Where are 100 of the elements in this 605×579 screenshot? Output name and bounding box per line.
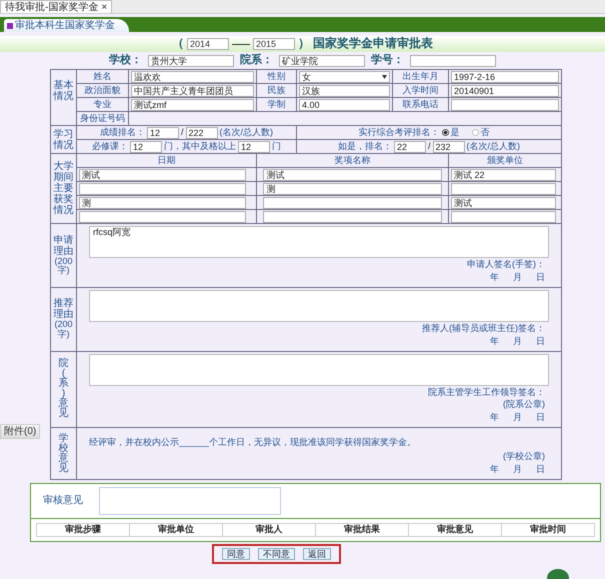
section-heading: 基本情况 bbox=[54, 80, 74, 102]
field-label: 性别 bbox=[266, 72, 286, 82]
statement-text: 经评审，并在校内公示______个工作日，无异议，现批准该同学获得国家奖学金。 bbox=[89, 438, 418, 448]
input-field[interactable]: 测 bbox=[79, 196, 246, 208]
dropdown-arrow-icon bbox=[382, 74, 387, 78]
input-field[interactable] bbox=[451, 182, 556, 194]
input-field[interactable] bbox=[263, 196, 442, 208]
date-label: 月 bbox=[513, 465, 522, 475]
field-label: 入学时间 bbox=[402, 86, 440, 96]
date-label: 月 bbox=[513, 336, 522, 347]
field-label: 学制 bbox=[266, 100, 286, 110]
field-label: 审核意见 bbox=[43, 495, 84, 506]
input-field[interactable]: 232 bbox=[432, 140, 464, 152]
input-field[interactable]: 测试zmf bbox=[131, 98, 254, 110]
input-field[interactable]: 温欢欢 bbox=[131, 70, 254, 82]
field-label: 联系电话 bbox=[402, 100, 440, 110]
action-button[interactable]: 同意 bbox=[222, 548, 250, 560]
input-field[interactable]: 汉族 bbox=[299, 84, 390, 96]
input-field[interactable] bbox=[79, 182, 246, 194]
input-field[interactable] bbox=[451, 210, 556, 222]
unit-text: 门 bbox=[272, 142, 281, 152]
field-label: 学号： bbox=[371, 54, 404, 67]
field-label: 成绩排名： bbox=[100, 128, 145, 138]
option-label: 是 bbox=[450, 128, 460, 138]
input-field[interactable]: 中国共产主义青年团团员 bbox=[131, 84, 254, 96]
input-field[interactable]: 测 bbox=[263, 182, 442, 194]
field-label: 出生年月 bbox=[402, 72, 440, 82]
input-field[interactable]: 测试 bbox=[263, 168, 442, 180]
field-label: 院系： bbox=[240, 54, 273, 67]
input-field[interactable]: 女 bbox=[299, 70, 390, 82]
separator-text: / bbox=[180, 128, 184, 138]
option-label: 否 bbox=[480, 128, 490, 138]
signature-label: 院系主管学生工作领导签名： bbox=[428, 388, 545, 398]
column-header: 审批步骤 bbox=[36, 523, 130, 536]
column-header: 奖项名称 bbox=[334, 156, 372, 166]
form-title: 国家奖学金申请审批表 bbox=[313, 37, 433, 51]
field-label: 专业 bbox=[92, 100, 112, 110]
column-header: 颁奖单位 bbox=[486, 156, 524, 166]
seal-label: (学校公章) bbox=[503, 452, 545, 462]
text-area[interactable]: rfcsq阿宽 bbox=[89, 226, 549, 258]
paren-text: ） bbox=[298, 37, 310, 51]
field-label: 政治面貌 bbox=[84, 86, 122, 96]
input-field[interactable]: 22 bbox=[394, 140, 426, 152]
input-field[interactable] bbox=[79, 210, 246, 222]
radio-button[interactable] bbox=[472, 128, 478, 136]
text-area[interactable] bbox=[89, 354, 549, 386]
seal-label: (院系公章) bbox=[503, 400, 545, 410]
field-label: 必修课： bbox=[92, 142, 128, 152]
section-heading: 学习情况 bbox=[54, 128, 74, 150]
section-heading: 院(系)意见 bbox=[58, 359, 68, 420]
input-field[interactable]: 测试 bbox=[79, 168, 246, 180]
input-field[interactable] bbox=[410, 54, 496, 66]
input-field[interactable]: 2014 bbox=[187, 38, 229, 50]
date-label: 月 bbox=[513, 413, 522, 424]
section-heading: 推荐理由 bbox=[54, 298, 74, 320]
input-field[interactable] bbox=[451, 98, 559, 110]
column-header: 审批结果 bbox=[316, 523, 408, 536]
close-icon[interactable]: × bbox=[101, 2, 108, 12]
action-button[interactable]: 不同意 bbox=[258, 548, 295, 560]
word-limit: (200字) bbox=[53, 256, 74, 276]
input-field[interactable]: 222 bbox=[186, 126, 218, 138]
section-heading: 大学期间主要获奖情况 bbox=[54, 161, 74, 216]
field-label: 民族 bbox=[266, 86, 286, 96]
input-field[interactable]: 测试 22 bbox=[451, 168, 556, 180]
date-label: 日 bbox=[536, 465, 545, 475]
input-field[interactable]: 12 bbox=[238, 140, 270, 152]
text-area[interactable] bbox=[99, 486, 281, 515]
input-field[interactable]: 4.00 bbox=[299, 98, 390, 110]
date-label: 年 bbox=[490, 336, 499, 347]
column-header: 审批单位 bbox=[130, 523, 222, 536]
input-field[interactable]: 12 bbox=[130, 140, 162, 152]
page-tab[interactable]: 审批本科生国家奖学金 bbox=[4, 19, 129, 32]
input-field[interactable]: 1997-2-16 bbox=[451, 70, 559, 82]
column-header: 审批时间 bbox=[502, 523, 594, 536]
word-limit: (200字) bbox=[53, 320, 74, 340]
signature-label: 申请人签名(手签)： bbox=[467, 260, 545, 270]
date-label: 年 bbox=[490, 465, 499, 475]
field-label: 实行综合考评排名： bbox=[358, 128, 440, 138]
input-field[interactable]: 测试 bbox=[451, 196, 556, 208]
column-header: 日期 bbox=[156, 156, 176, 166]
date-label: 日 bbox=[536, 336, 545, 347]
radio-button[interactable] bbox=[442, 128, 448, 136]
date-label: 日 bbox=[536, 272, 545, 283]
square-icon bbox=[7, 22, 13, 28]
attachment-tab[interactable]: 附件(0) bbox=[0, 424, 40, 439]
text-area[interactable] bbox=[89, 290, 549, 322]
input-field[interactable]: 贵州大学 bbox=[148, 54, 234, 66]
input-field[interactable] bbox=[263, 210, 442, 222]
date-label: 年 bbox=[490, 413, 499, 424]
field-label: 姓名 bbox=[92, 72, 112, 82]
action-button[interactable]: 返回 bbox=[303, 548, 331, 560]
unit-text: 门，其中及格以上 bbox=[164, 142, 236, 152]
input-field[interactable]: 20140901 bbox=[451, 84, 559, 96]
input-field[interactable]: 12 bbox=[146, 126, 179, 138]
field-label: 如是，排名： bbox=[338, 142, 392, 152]
date-label: 日 bbox=[536, 413, 545, 424]
browser-tab[interactable]: 待我审批-国家奖学金 × bbox=[0, 0, 112, 13]
input-field[interactable]: 2015 bbox=[253, 38, 295, 50]
field-label: 学校： bbox=[109, 54, 142, 67]
input-field[interactable]: 矿业学院 bbox=[279, 54, 365, 66]
